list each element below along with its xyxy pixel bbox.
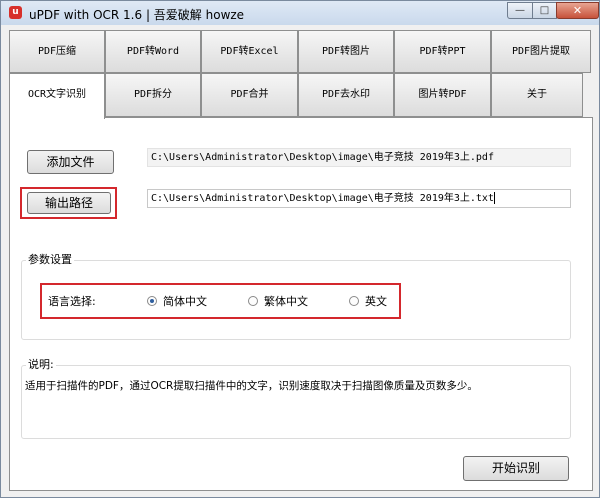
radio-english[interactable]: 英文 xyxy=(349,293,387,309)
tab-pdf-to-image[interactable]: PDF转图片 xyxy=(298,30,394,73)
input-path-field[interactable]: C:\Users\Administrator\Desktop\image\电子竞… xyxy=(147,148,571,167)
app-icon: u xyxy=(9,6,22,19)
start-recognition-button[interactable]: 开始识别 xyxy=(463,456,569,481)
output-path-field[interactable]: C:\Users\Administrator\Desktop\image\电子竞… xyxy=(147,189,571,208)
tab-image-to-pdf[interactable]: 图片转PDF xyxy=(394,73,491,117)
ocr-panel: 添加文件 C:\Users\Administrator\Desktop\imag… xyxy=(9,117,593,491)
tab-pdf-compress[interactable]: PDF压缩 xyxy=(9,30,105,73)
tab-ocr[interactable]: OCR文字识别 xyxy=(9,73,105,119)
radio-traditional-chinese[interactable]: 繁体中文 xyxy=(248,293,308,309)
radio-selected-icon[interactable] xyxy=(147,296,157,306)
tab-pdf-split[interactable]: PDF拆分 xyxy=(105,73,201,117)
tab-pdf-image-extract[interactable]: PDF图片提取 xyxy=(491,30,591,73)
language-label: 语言选择: xyxy=(48,293,96,309)
description-group xyxy=(21,365,571,439)
tab-pdf-to-excel[interactable]: PDF转Excel xyxy=(201,30,298,73)
tab-pdf-to-word[interactable]: PDF转Word xyxy=(105,30,201,73)
radio-unselected-icon[interactable] xyxy=(349,296,359,306)
description-text: 适用于扫描件的PDF，通过OCR提取扫描件中的文字，识别速度取决于扫描图像质量及… xyxy=(25,380,478,392)
radio-label-english: 英文 xyxy=(365,295,387,308)
minimize-button[interactable]: — xyxy=(507,2,533,19)
radio-simplified-chinese[interactable]: 简体中文 xyxy=(147,293,207,309)
output-path-text: C:\Users\Administrator\Desktop\image\电子竞… xyxy=(151,193,494,204)
add-file-button[interactable]: 添加文件 xyxy=(27,150,114,174)
maximize-button[interactable]: □ xyxy=(532,2,557,19)
close-button[interactable]: ✕ xyxy=(556,2,599,19)
text-caret xyxy=(493,192,495,204)
tab-pdf-to-ppt[interactable]: PDF转PPT xyxy=(394,30,491,73)
settings-group-title: 参数设置 xyxy=(26,251,74,267)
radio-label-simplified: 简体中文 xyxy=(163,295,207,308)
radio-unselected-icon[interactable] xyxy=(248,296,258,306)
description-title: 说明: xyxy=(26,356,56,372)
window-title: uPDF with OCR 1.6 | 吾爱破解 howze xyxy=(29,8,245,22)
output-path-button[interactable]: 输出路径 xyxy=(27,192,111,214)
tab-about[interactable]: 关于 xyxy=(491,73,583,117)
app-window: u uPDF with OCR 1.6 | 吾爱破解 howze — □ ✕ P… xyxy=(0,0,600,498)
tab-pdf-remove-watermark[interactable]: PDF去水印 xyxy=(298,73,394,117)
tab-pdf-merge[interactable]: PDF合并 xyxy=(201,73,298,117)
title-bar[interactable]: u uPDF with OCR 1.6 | 吾爱破解 howze — □ ✕ xyxy=(1,1,599,25)
language-label-text: 语言选择: xyxy=(48,295,96,308)
radio-label-traditional: 繁体中文 xyxy=(264,295,308,308)
